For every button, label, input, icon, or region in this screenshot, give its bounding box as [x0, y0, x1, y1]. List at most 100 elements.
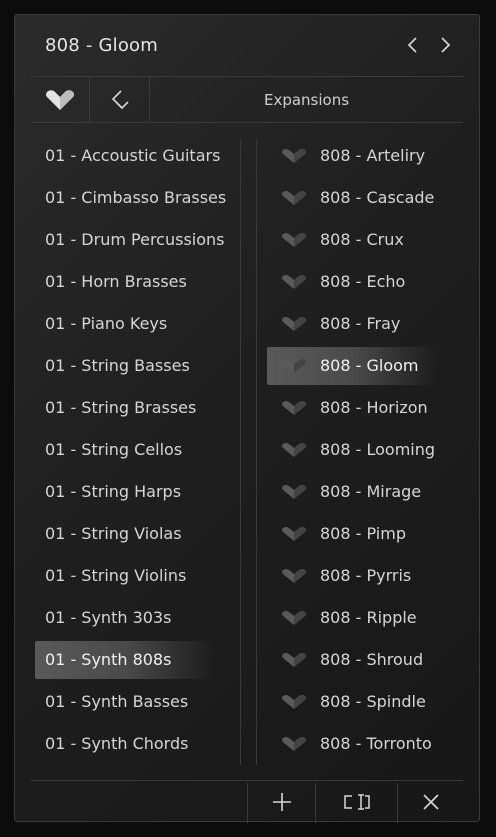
preset-label: 808 - Looming — [320, 440, 436, 459]
expansions-label: Expansions — [263, 90, 350, 109]
preset-item[interactable]: 808 - Cascade — [267, 179, 437, 217]
preset-item[interactable]: 808 - Crux — [267, 221, 437, 259]
preset-label: 808 - Mirage — [320, 482, 422, 501]
category-label: 01 - String Brasses — [45, 398, 197, 417]
category-item[interactable]: 01 - Synth Basses — [35, 683, 215, 721]
heart-icon[interactable] — [281, 694, 307, 710]
heart-icon[interactable] — [281, 568, 307, 584]
preset-label: 808 - Cascade — [320, 188, 435, 207]
preset-label: 808 - Torronto — [320, 734, 432, 753]
add-button[interactable] — [248, 781, 315, 823]
preset-label: 808 - Ripple — [320, 608, 417, 627]
category-label: 01 - Synth Chords — [45, 734, 189, 753]
preset-label: 808 - Pyrris — [320, 566, 412, 585]
category-label: 01 - Cimbasso Brasses — [45, 188, 227, 207]
heart-icon[interactable] — [281, 610, 307, 626]
preset-label: 808 - Crux — [320, 230, 404, 249]
preset-label: 808 - Pimp — [320, 524, 406, 543]
chevron-right-icon — [441, 37, 451, 53]
category-label: 01 - Synth Basses — [45, 692, 189, 711]
preset-item[interactable]: 808 - Horizon — [267, 389, 437, 427]
heart-icon[interactable] — [281, 358, 307, 374]
preset-label: 808 - Gloom — [320, 356, 419, 375]
category-item[interactable]: 01 - Piano Keys — [35, 305, 215, 343]
preset-item[interactable]: 808 - Torronto — [267, 725, 437, 763]
heart-icon[interactable] — [281, 442, 307, 458]
toolbar: Expansions — [31, 77, 463, 122]
category-item[interactable]: 01 - Synth 303s — [35, 599, 215, 637]
heart-icon[interactable] — [281, 274, 307, 290]
category-item[interactable]: 01 - String Basses — [35, 347, 215, 385]
category-item[interactable]: 01 - Synth 808s — [35, 641, 215, 679]
browser-panel: 808 - Gloom Expansions 01 - Accoustic Gu… — [14, 14, 480, 823]
favorites-filter-button[interactable] — [31, 77, 89, 122]
category-label: 01 - Horn Brasses — [45, 272, 187, 291]
preset-label: 808 - Arteliry — [320, 146, 426, 165]
category-item[interactable]: 01 - Horn Brasses — [35, 263, 215, 301]
category-label: 01 - Drum Percussions — [45, 230, 225, 249]
category-label: 01 - String Basses — [45, 356, 190, 375]
toolbar-divider — [31, 122, 463, 123]
chevron-left-icon — [407, 37, 417, 53]
category-item[interactable]: 01 - String Harps — [35, 473, 215, 511]
category-label: 01 - String Violas — [45, 524, 182, 543]
preset-item[interactable]: 808 - Fray — [267, 305, 437, 343]
preset-item[interactable]: 808 - Arteliry — [267, 137, 437, 175]
preset-label: 808 - Shroud — [320, 650, 424, 669]
category-label: 01 - Synth 808s — [45, 650, 172, 669]
category-label: 01 - String Harps — [45, 482, 182, 501]
rename-button[interactable] — [316, 781, 397, 823]
preset-item[interactable]: 808 - Echo — [267, 263, 437, 301]
category-item[interactable]: 01 - Synth Chords — [35, 725, 215, 763]
heart-icon[interactable] — [281, 652, 307, 668]
heart-icon[interactable] — [281, 526, 307, 542]
back-arrow-icon — [111, 89, 129, 109]
preset-label: 808 - Fray — [320, 314, 401, 333]
category-label: 01 - String Cellos — [45, 440, 183, 459]
preset-item[interactable]: 808 - Looming — [267, 431, 437, 469]
close-icon — [423, 794, 439, 810]
preset-item[interactable]: 808 - Ripple — [267, 599, 437, 637]
category-item[interactable]: 01 - Drum Percussions — [35, 221, 224, 259]
category-item[interactable]: 01 - Cimbasso Brasses — [35, 179, 226, 217]
header: 808 - Gloom — [15, 15, 479, 77]
preset-title: 808 - Gloom — [45, 35, 159, 56]
heart-icon — [46, 89, 74, 110]
category-item[interactable]: 01 - Accoustic Guitars — [35, 137, 220, 175]
heart-icon[interactable] — [281, 148, 307, 164]
category-label: 01 - Accoustic Guitars — [45, 146, 221, 165]
category-label: 01 - Piano Keys — [45, 314, 168, 333]
next-preset-button[interactable] — [433, 31, 457, 59]
preset-label: 808 - Spindle — [320, 692, 426, 711]
category-item[interactable]: 01 - String Violas — [35, 515, 215, 553]
heart-icon[interactable] — [281, 484, 307, 500]
list-divider-right — [256, 139, 257, 765]
list-divider-left — [240, 139, 241, 765]
heart-icon[interactable] — [281, 232, 307, 248]
heart-icon[interactable] — [281, 736, 307, 752]
back-button[interactable] — [90, 77, 149, 122]
category-label: 01 - Synth 303s — [45, 608, 172, 627]
browser-lists: 01 - Accoustic Guitars 01 - Cimbasso Bras… — [15, 137, 479, 777]
preset-item[interactable]: 808 - Gloom — [267, 347, 437, 385]
category-item[interactable]: 01 - String Brasses — [35, 389, 215, 427]
category-item[interactable]: 01 - String Violins — [35, 557, 215, 595]
preset-item[interactable]: 808 - Pyrris — [267, 557, 437, 595]
preset-label: 808 - Horizon — [320, 398, 428, 417]
preset-label: 808 - Echo — [320, 272, 406, 291]
preset-item[interactable]: 808 - Spindle — [267, 683, 437, 721]
footer-toolbar — [31, 781, 463, 823]
category-item[interactable]: 01 - String Cellos — [35, 431, 215, 469]
heart-icon[interactable] — [281, 400, 307, 416]
plus-icon — [272, 793, 291, 811]
preset-item[interactable]: 808 - Mirage — [267, 473, 437, 511]
category-label: 01 - String Violins — [45, 566, 187, 585]
rename-icon — [343, 794, 370, 810]
previous-preset-button[interactable] — [401, 31, 425, 59]
preset-item[interactable]: 808 - Shroud — [267, 641, 437, 679]
preset-item[interactable]: 808 - Pimp — [267, 515, 437, 553]
heart-icon[interactable] — [281, 190, 307, 206]
expansions-button[interactable]: Expansions — [150, 77, 463, 122]
heart-icon[interactable] — [281, 316, 307, 332]
close-button[interactable] — [398, 781, 464, 823]
